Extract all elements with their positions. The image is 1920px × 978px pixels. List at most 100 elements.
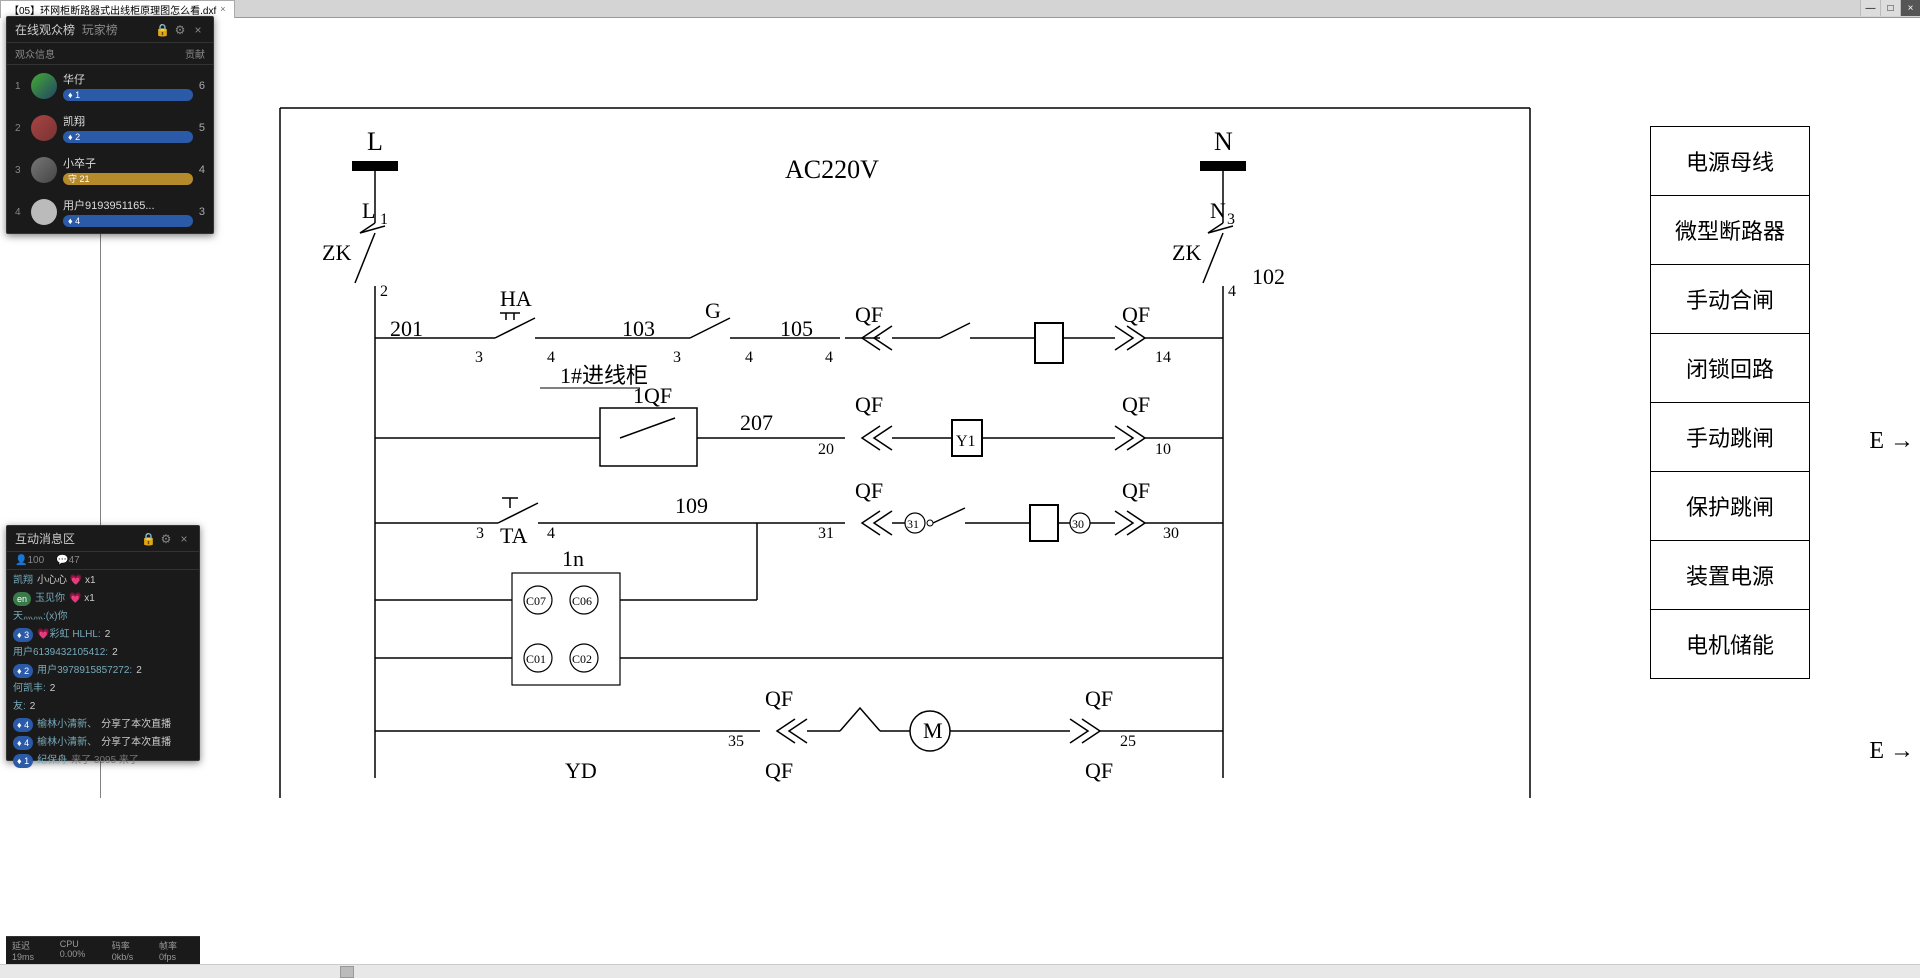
- viewer-sub-left: 观众信息: [15, 46, 55, 61]
- viewer-sub-right: 贡献: [185, 46, 205, 61]
- row2-qf-l: QF: [855, 392, 883, 417]
- file-tab[interactable]: 【05】环网柜断路器式出线柜原理图怎么看.dxf ×: [0, 0, 235, 18]
- row3-n30: 30: [1163, 525, 1179, 542]
- chat-panel[interactable]: 互动消息区 🔒 ⚙ × 👤100 💬47 凯翔小心心 💗 x1 en玉见你💗 x…: [6, 525, 200, 761]
- row3-n3: 3: [476, 525, 484, 542]
- viewer-name: 华仔: [63, 71, 193, 87]
- e-marker-2: E →: [1869, 738, 1914, 765]
- row1-n4c: 4: [825, 349, 833, 366]
- close-icon[interactable]: ×: [191, 23, 205, 37]
- gear-icon[interactable]: ⚙: [173, 23, 187, 37]
- viewer-score: 5: [199, 122, 205, 134]
- chat-line: ♦ 1纪保舟来了 3095 来了: [13, 754, 193, 768]
- terminal-l: L: [362, 198, 375, 223]
- chat-line: 友:2: [13, 700, 193, 714]
- viewer-tab-online[interactable]: 在线观众榜: [15, 23, 75, 37]
- viewer-rank: 3: [15, 165, 25, 176]
- viewer-row[interactable]: 3 小卒子 守 21 4: [7, 149, 213, 191]
- chat-stat-messages: 💬47: [56, 555, 80, 566]
- row1-201: 201: [390, 316, 423, 341]
- row2-y1: Y1: [956, 433, 976, 450]
- avatar: [31, 199, 57, 225]
- chat-line: ♦ 2用户3978915857272:2: [13, 664, 193, 678]
- row1-105: 105: [780, 316, 813, 341]
- row1-ha: HA: [500, 286, 532, 311]
- bus-label-n: N: [1214, 127, 1233, 156]
- node-2: 2: [380, 283, 388, 300]
- chat-title: 互动消息区: [15, 530, 137, 547]
- avatar: [31, 73, 57, 99]
- row1-qf-l: QF: [855, 302, 883, 327]
- row1-qf-r: QF: [1122, 302, 1150, 327]
- status-cpu: CPU 0.00%: [60, 939, 104, 962]
- row2-qf-r: QF: [1122, 392, 1150, 417]
- row2-n20: 20: [818, 441, 834, 458]
- bus-bar-left: [352, 161, 398, 171]
- minimize-button[interactable]: —: [1860, 0, 1880, 16]
- row3-qf-l: QF: [855, 478, 883, 503]
- viewer-name: 用户9193951165...: [63, 197, 193, 213]
- viewer-badge: ♦ 1: [63, 89, 193, 101]
- row5-qf-l: QF: [765, 686, 793, 711]
- status-bitrate: 码率 0kb/s: [112, 939, 151, 962]
- row1-n4b: 4: [745, 349, 753, 366]
- horizontal-scrollbar[interactable]: [0, 964, 1920, 978]
- chat-line: 天灬灬:(x)你: [13, 610, 193, 624]
- close-icon[interactable]: ×: [177, 532, 191, 546]
- row6-yd: YD: [565, 758, 597, 783]
- lock-icon[interactable]: 🔒: [155, 23, 169, 37]
- viewer-badge: ♦ 2: [63, 131, 193, 143]
- row4-c07: C07: [526, 594, 546, 608]
- row1-n3b: 3: [673, 349, 681, 366]
- viewer-row[interactable]: 2 凯翔 ♦ 2 5: [7, 107, 213, 149]
- viewer-row[interactable]: 4 用户9193951165... ♦ 4 3: [7, 191, 213, 233]
- viewer-subheader: 观众信息 贡献: [7, 43, 213, 65]
- row3-c31: 31: [907, 517, 919, 531]
- terminal-n: N: [1210, 198, 1226, 223]
- legend-item: 装置电源: [1651, 541, 1809, 610]
- row4-1n: 1n: [562, 546, 584, 571]
- diagram-title: AC220V: [785, 155, 879, 184]
- close-button[interactable]: ×: [1900, 0, 1920, 16]
- row1b-qf: 1QF: [633, 383, 672, 408]
- node-4r: 4: [1228, 283, 1236, 300]
- title-bar: 【05】环网柜断路器式出线柜原理图怎么看.dxf × — □ ×: [0, 0, 1920, 18]
- legend-table: 电源母线 微型断路器 手动合闸 闭锁回路 手动跳闸 保护跳闸 装置电源 电机储能: [1650, 126, 1810, 679]
- bus-label-l: L: [367, 127, 383, 156]
- row4-c01: C01: [526, 652, 546, 666]
- gear-icon[interactable]: ⚙: [159, 532, 173, 546]
- viewer-row[interactable]: 1 华仔 ♦ 1 6: [7, 65, 213, 107]
- row3-qf-r: QF: [1122, 478, 1150, 503]
- row4-c02: C02: [572, 652, 592, 666]
- viewer-badge: ♦ 4: [63, 215, 193, 227]
- lock-icon[interactable]: 🔒: [141, 532, 155, 546]
- stream-status-bar: 延迟 19ms CPU 0.00% 码率 0kb/s 帧率 0fps: [6, 936, 200, 964]
- zk-right-num: 102: [1252, 264, 1285, 289]
- viewer-leaderboard-panel[interactable]: 在线观众榜 玩家榜 🔒 ⚙ × 观众信息 贡献 1 华仔 ♦ 1 6 2 凯翔 …: [6, 16, 214, 234]
- tab-title: 【05】环网柜断路器式出线柜原理图怎么看.dxf: [9, 2, 216, 17]
- zk-right-label: ZK: [1172, 240, 1201, 265]
- chat-line: ♦ 3💗彩虹 HLHL:2: [13, 628, 193, 642]
- maximize-button[interactable]: □: [1880, 0, 1900, 16]
- row3-ta: TA: [500, 523, 528, 548]
- circuit-diagram: AC220V L L 1 ZK 2 N N 3 ZK 102 4 201 HA: [100, 38, 1700, 938]
- chat-panel-header: 互动消息区 🔒 ⚙ ×: [7, 526, 199, 552]
- row3-n31: 31: [818, 525, 834, 542]
- viewer-name: 小卒子: [63, 155, 193, 171]
- legend-item: 电源母线: [1651, 127, 1809, 196]
- viewer-tab-players[interactable]: 玩家榜: [82, 23, 118, 37]
- chat-line: ♦ 4榆林小清新、分享了本次直播: [13, 736, 193, 750]
- chat-body[interactable]: 凯翔小心心 💗 x1 en玉见你💗 x1 天灬灬:(x)你 ♦ 3💗彩虹 HLH…: [7, 570, 199, 760]
- row3-n4: 4: [547, 525, 555, 542]
- tab-close-icon[interactable]: ×: [220, 4, 225, 14]
- row5-m: M: [923, 718, 943, 743]
- window-controls: — □ ×: [1860, 0, 1920, 16]
- legend-item: 保护跳闸: [1651, 472, 1809, 541]
- chat-line: 何凯丰:2: [13, 682, 193, 696]
- row2-207: 207: [740, 410, 773, 435]
- row5-n25: 25: [1120, 733, 1136, 750]
- viewer-name: 凯翔: [63, 113, 193, 129]
- scrollbar-thumb[interactable]: [340, 966, 354, 978]
- row5-n35: 35: [728, 733, 744, 750]
- drawing-canvas[interactable]: AC220V L L 1 ZK 2 N N 3 ZK 102 4 201 HA: [0, 18, 1920, 964]
